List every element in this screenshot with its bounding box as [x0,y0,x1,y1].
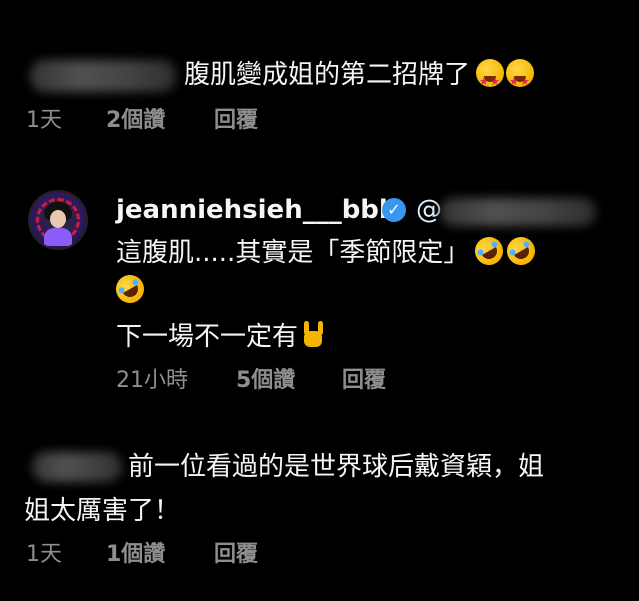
avatar-shirt [44,228,72,246]
comment-1-reply-button[interactable]: 回覆 [214,108,258,134]
comment-3-line-1: 前一位看過的是世界球后戴資穎，姐 [128,452,545,482]
rofl-emoji [110,269,150,309]
comment-3-reply-button[interactable]: 回覆 [214,542,258,568]
comment-1-likes[interactable]: 2個讚 [106,108,165,134]
blurred-mention [440,198,596,226]
comment-3-time: 1天 [26,542,62,567]
comment-2-line-3: 下一場不一定有 [116,318,326,356]
rofl-emoji [502,231,541,271]
comment-2-username[interactable]: jeanniehsieh___bbb [116,194,398,226]
comment-2-line-1: 這腹肌.....其實是「季節限定」 [116,231,541,272]
comment-3-likes[interactable]: 1個讚 [106,542,165,568]
star-struck-emoji [506,59,535,101]
avatar-face [50,210,66,228]
comment-2-reply-button[interactable]: 回覆 [342,368,386,394]
love-you-gesture-emoji [300,321,326,349]
comment-2-line-2 [110,269,150,310]
comment-2-time: 21小時 [116,368,188,393]
star-struck-emoji [476,59,505,101]
blurred-username [30,60,176,92]
comment-1-time: 1天 [26,108,62,133]
comment-1-text: 腹肌變成姐的第二招牌了 [184,56,535,101]
rofl-emoji [470,231,509,271]
mention-prefix[interactable]: @ [416,194,442,226]
avatar[interactable] [28,190,88,250]
comment-3-line-2: 姐太厲害了！ [24,496,181,526]
blurred-username [32,452,122,482]
comment-2-likes[interactable]: 5個讚 [236,368,295,394]
verified-badge-icon: ✓ [382,198,406,222]
